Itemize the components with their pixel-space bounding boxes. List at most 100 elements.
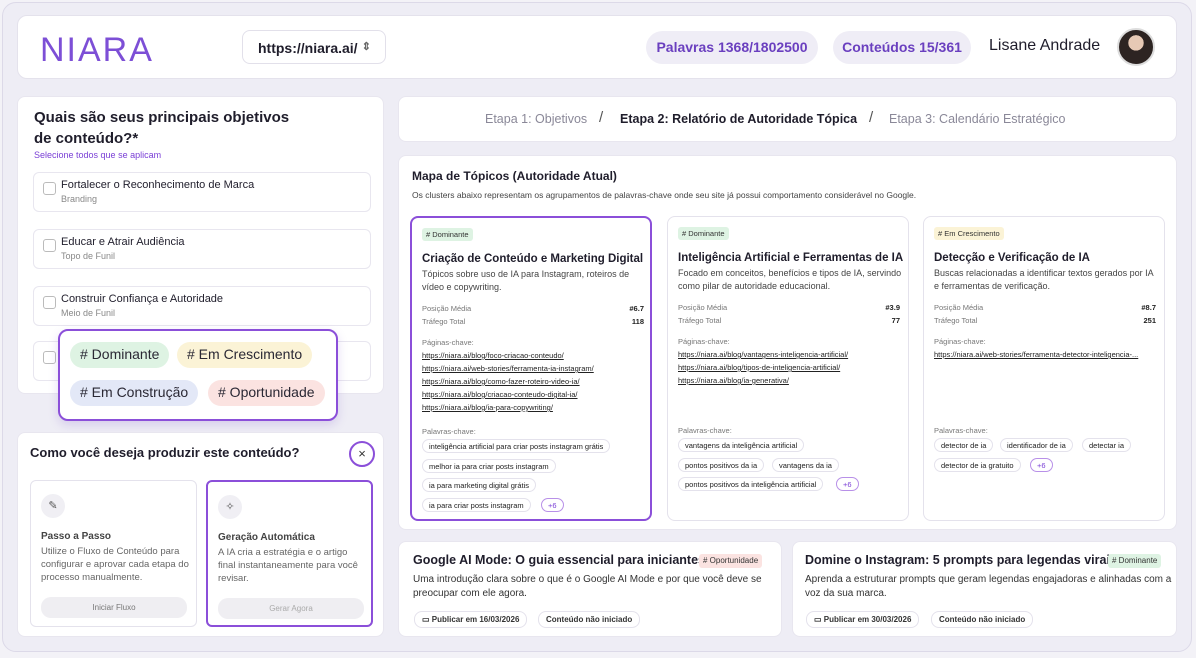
article-card[interactable]: Google AI Mode: O guia essencial para in…	[398, 541, 782, 637]
user-avatar[interactable]	[1117, 28, 1155, 66]
page-link[interactable]: https://niara.ai/blog/vantagens-intelige…	[678, 350, 848, 359]
site-selector[interactable]: https://niara.ai/ ⇕	[242, 30, 386, 64]
calendar-icon: ▭	[814, 615, 824, 624]
keyword-chip: ia para marketing digital grátis	[422, 478, 537, 492]
page-link[interactable]: https://niara.ai/web-stories/ferramenta-…	[422, 364, 594, 373]
goal-option-branding[interactable]: Fortalecer o Reconhecimento de Marca Bra…	[33, 172, 371, 212]
publish-date-chip: ▭ Publicar em 16/03/2026	[414, 611, 528, 628]
mode-title: Geração Automática	[218, 532, 315, 543]
breadcrumb-separator: /	[869, 109, 874, 126]
cluster-title: Detecção e Verificação de IA	[934, 252, 1090, 264]
topic-map: Mapa de Tópicos (Autoridade Atual) Os cl…	[398, 155, 1177, 530]
goal-option-title: Construir Confiança e Autoridade	[61, 293, 224, 305]
content-status-chip: Conteúdo não iniciado	[931, 611, 1034, 628]
tags-legend-popover: # Dominante # Em Crescimento # Em Constr…	[58, 329, 338, 421]
cluster-badge: # Em Crescimento	[934, 227, 1004, 240]
avg-position: Posição Média #8.7	[934, 303, 1156, 312]
goal-option-topo-funil[interactable]: Educar e Atrair Audiência Topo de Funil	[33, 229, 371, 269]
tag-em-crescimento[interactable]: # Em Crescimento	[177, 342, 313, 368]
total-traffic: Tráfego Total 118	[422, 317, 644, 326]
topic-map-desc: Os clusters abaixo representam os agrupa…	[412, 190, 917, 200]
tag-dominante[interactable]: # Dominante	[70, 342, 170, 368]
total-traffic: Tráfego Total 251	[934, 316, 1156, 325]
goal-option-title: Fortalecer o Reconhecimento de Marca	[61, 179, 255, 191]
close-icon[interactable]: ×	[349, 441, 375, 467]
more-keywords-chip[interactable]: +6	[1030, 458, 1053, 472]
article-title: Google AI Mode: O guia essencial para in…	[413, 553, 705, 567]
cluster-card[interactable]: # Em Crescimento Detecção e Verificação …	[923, 216, 1165, 521]
more-keywords-chip[interactable]: +6	[836, 477, 859, 491]
tag-em-construcao[interactable]: # Em Construção	[70, 380, 199, 406]
page-link[interactable]: https://niara.ai/blog/como-fazer-roteiro…	[422, 377, 580, 386]
cluster-title: Inteligência Artificial e Ferramentas de…	[678, 252, 904, 264]
avg-position: Posição Média #3.9	[678, 303, 900, 312]
generate-now-button[interactable]: Gerar Agora	[218, 598, 364, 619]
production-title: Como você deseja produzir este conteúdo?	[30, 445, 300, 460]
mode-geracao-automatica[interactable]: ✧ Geração Automática A IA cria a estraté…	[206, 480, 373, 627]
article-desc: Aprenda a estruturar prompts que geram l…	[805, 574, 1172, 599]
keyword-chip: inteligência artificial para criar posts…	[422, 439, 611, 453]
niara-logo: NIARA	[40, 31, 154, 68]
page-link[interactable]: https://niara.ai/web-stories/ferramenta-…	[934, 350, 1138, 359]
words-usage-pill: Palavras 1368/1802500	[646, 31, 818, 64]
goal-option-sub: Topo de Funil	[61, 251, 116, 261]
keyword-chip: detector de ia gratuito	[934, 458, 1021, 472]
cluster-desc: Focado em conceitos, benefícios e tipos …	[678, 268, 902, 291]
pages-label: Páginas-chave:	[934, 337, 986, 346]
mode-desc: Utilize o Fluxo de Conteúdo para configu…	[41, 546, 189, 583]
goal-option-sub: Meio de Funil	[61, 308, 116, 318]
cluster-badge: # Dominante	[422, 228, 473, 241]
mode-passo-a-passo[interactable]: ✎ Passo a Passo Utilize o Fluxo de Conte…	[30, 480, 197, 627]
sparkle-icon: ✧	[218, 495, 242, 519]
start-flow-button[interactable]: Iniciar Fluxo	[41, 597, 187, 618]
document-edit-icon: ✎	[41, 494, 65, 518]
page-link[interactable]: https://niara.ai/blog/ia-para-copywritin…	[422, 403, 553, 412]
pages-label: Páginas-chave:	[678, 337, 730, 346]
total-traffic: Tráfego Total 77	[678, 316, 900, 325]
calendar-icon: ▭	[422, 615, 432, 624]
article-desc: Uma introdução clara sobre o que é o Goo…	[413, 574, 762, 599]
article-card[interactable]: Domine o Instagram: 5 prompts para legen…	[792, 541, 1177, 637]
checkbox[interactable]	[43, 296, 56, 309]
steps-breadcrumb: Etapa 1: Objetivos / Etapa 2: Relatório …	[398, 96, 1177, 142]
more-keywords-chip[interactable]: +6	[541, 498, 564, 512]
svg-text:NIARA: NIARA	[40, 31, 154, 68]
keyword-chip: melhor ia para criar posts instagram	[422, 459, 556, 473]
article-title: Domine o Instagram: 5 prompts para legen…	[805, 553, 1117, 567]
article-badge: # Oportunidade	[699, 554, 763, 568]
avg-position: Posição Média #6.7	[422, 304, 644, 313]
keyword-chip: identificador de ia	[1000, 438, 1073, 452]
keyword-chip: pontos positivos da ia	[678, 458, 765, 472]
top-header: NIARA https://niara.ai/ ⇕ Palavras 1368/…	[17, 15, 1177, 79]
pages-label: Páginas-chave:	[422, 338, 474, 347]
keywords-label: Palavras-chave:	[934, 426, 988, 435]
publish-date-chip: ▭ Publicar em 30/03/2026	[806, 611, 920, 628]
breadcrumb-separator: /	[599, 109, 604, 126]
cluster-card[interactable]: # Dominante Inteligência Artificial e Fe…	[667, 216, 909, 521]
tag-oportunidade[interactable]: # Oportunidade	[208, 380, 325, 406]
keyword-chip: vantagens da inteligência artificial	[678, 438, 805, 452]
goal-option-title: Educar e Atrair Audiência	[61, 236, 185, 248]
page-link[interactable]: https://niara.ai/blog/criacao-conteudo-d…	[422, 390, 578, 399]
checkbox[interactable]	[43, 182, 56, 195]
keyword-chip: detectar ia	[1082, 438, 1132, 452]
step-2[interactable]: Etapa 2: Relatório de Autoridade Tópica	[620, 112, 857, 126]
goal-option-meio-funil[interactable]: Construir Confiança e Autoridade Meio de…	[33, 286, 371, 326]
cluster-badge: # Dominante	[678, 227, 729, 240]
cluster-title: Criação de Conteúdo e Marketing Digital	[422, 253, 644, 265]
cluster-card[interactable]: # Dominante Criação de Conteúdo e Market…	[410, 216, 652, 521]
page-link[interactable]: https://niara.ai/blog/foco-criacao-conte…	[422, 351, 564, 360]
checkbox[interactable]	[43, 239, 56, 252]
page-link[interactable]: https://niara.ai/blog/ia-generativa/	[678, 376, 789, 385]
keyword-chip: vantagens da ia	[772, 458, 839, 472]
mode-desc: A IA cria a estratégia e o artigo final …	[218, 547, 358, 584]
goals-subtitle: Selecione todos que se aplicam	[34, 150, 162, 160]
topic-map-title: Mapa de Tópicos (Autoridade Atual)	[412, 169, 617, 183]
user-name[interactable]: Lisane Andrade	[989, 37, 1100, 55]
checkbox[interactable]	[43, 351, 56, 364]
page-link[interactable]: https://niara.ai/blog/tipos-de-inteligen…	[678, 363, 840, 372]
step-3[interactable]: Etapa 3: Calendário Estratégico	[889, 112, 1066, 126]
keywords-label: Palavras-chave:	[422, 427, 476, 436]
step-1[interactable]: Etapa 1: Objetivos	[485, 112, 587, 126]
content-status-chip: Conteúdo não iniciado	[538, 611, 641, 628]
